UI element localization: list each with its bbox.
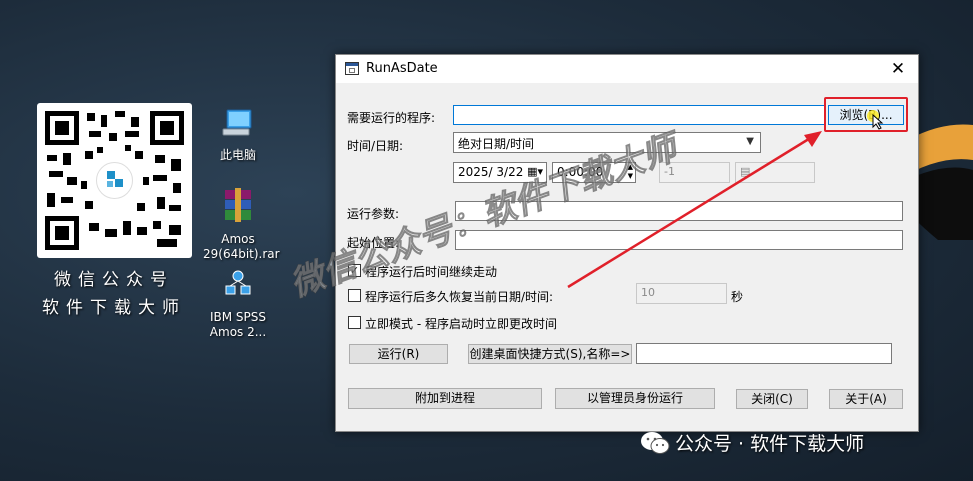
program-path-input[interactable] (453, 105, 825, 125)
desktop-icon-label: IBM SPSS Amos 2... (209, 310, 267, 339)
winrar-archive-icon (225, 188, 251, 222)
qr-code-card (37, 103, 192, 258)
qr-code-image (45, 111, 184, 250)
computer-icon (222, 109, 252, 136)
window-close-icon[interactable]: ✕ (884, 58, 912, 80)
qr-caption-line1: 微信公众号 (54, 270, 174, 290)
desktop-icon-spss-amos[interactable]: IBM SPSS Amos 2... (203, 270, 273, 340)
wechat-icon (641, 432, 670, 454)
immediate-mode-label[interactable]: 立即模式 - 程序启动时立即更改时间 (365, 315, 557, 332)
immediate-mode-checkbox[interactable] (348, 316, 361, 329)
attach-process-button[interactable]: 附加到进程 (348, 388, 542, 409)
restore-time-checkbox[interactable] (348, 289, 361, 302)
about-button[interactable]: 关于(A) (829, 389, 903, 409)
shortcut-name-input[interactable] (636, 343, 892, 364)
run-button[interactable]: 运行(R) (349, 344, 448, 364)
datetime-mode-value: 绝对日期/时间 (458, 137, 535, 151)
close-button[interactable]: 关闭(C) (736, 389, 808, 409)
browse-highlight-box (824, 97, 908, 132)
desktop-icon-this-pc[interactable]: 此电脑 (203, 108, 273, 163)
restore-time-label[interactable]: 程序运行后多久恢复当前日期/时间: (365, 288, 553, 305)
create-shortcut-button[interactable]: 创建桌面快捷方式(S),名称=> (468, 344, 632, 364)
desktop-icon-label: 此电脑 (219, 148, 256, 162)
window-title: RunAsDate (366, 61, 438, 76)
spss-amos-icon (225, 270, 251, 295)
datetime-label: 时间/日期: (347, 139, 404, 153)
footer-watermark: 公众号 · 软件下载大师 (675, 433, 865, 455)
desktop-icon-amos-rar[interactable]: Amos 29(64bit).rar (203, 188, 280, 262)
mouse-pointer-icon (872, 114, 884, 130)
desktop-icon-label: Amos 29(64bit).rar (203, 232, 280, 261)
qr-caption-line2: 软件下载大师 (42, 298, 186, 318)
program-label: 需要运行的程序: (347, 111, 436, 125)
title-bar[interactable]: RunAsDate ✕ (336, 55, 918, 83)
run-as-admin-button[interactable]: 以管理员身份运行 (555, 388, 715, 409)
app-calendar-icon (345, 62, 359, 75)
